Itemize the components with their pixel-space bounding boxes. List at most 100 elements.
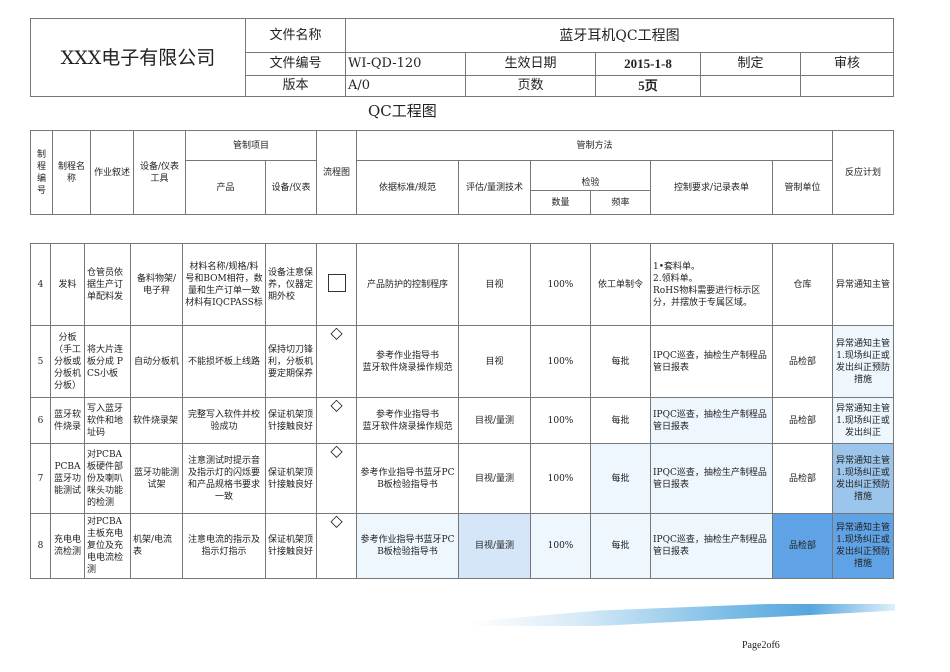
cell-flow: ◇ xyxy=(316,513,357,579)
effective-date: 2015-1-8 xyxy=(624,55,672,71)
pages: 5页 xyxy=(638,77,658,93)
cell-no: 4 xyxy=(30,243,51,326)
cell-record: IPQC巡查，抽检生产制程品管日报表 xyxy=(650,513,773,579)
cell-record: IPQC巡查，抽检生产制程品管日报表 xyxy=(650,443,773,514)
flow-diamond-icon: ◇ xyxy=(330,325,343,342)
effective-label: 生效日期 xyxy=(465,52,596,76)
cell-standard: 产品防护的控制程序 xyxy=(356,243,459,326)
cell-eval: 目视 xyxy=(458,325,531,398)
cell-flow: ◇ xyxy=(316,397,357,444)
table-row: 8 充电电流检测 对PCBA主板充电复位及充电电流检测 机架/电流表 注意电流的指示及指… xyxy=(30,513,894,579)
cell-eval: 目视/量测 xyxy=(458,397,531,444)
document-header-table: XXX电子有限公司 文件名称 蓝牙耳机QC工程图 文件编号 WI-QD-120 生效日期… xyxy=(30,18,895,97)
table-row: 5 分板（手工分板或分板机分板） 将大片连板分成 PCS小板 自动分板机 不能损坏板上线… xyxy=(30,325,894,398)
col-qty: 数量 xyxy=(530,190,592,215)
cell-standard: 参考作业指导书 蓝牙软件烧录操作规范 xyxy=(356,397,459,444)
col-control-method: 管制方法 xyxy=(356,130,834,161)
cell-qty: 100% xyxy=(530,325,591,398)
file-no-label: 文件编号 xyxy=(245,52,346,76)
flow-diamond-icon: ◇ xyxy=(330,443,343,460)
cell-equip2: 保证机架顶针接触良好 xyxy=(265,397,317,444)
file-no: WI-QD-120 xyxy=(345,52,466,76)
cell-no: 6 xyxy=(30,397,51,444)
cell-unit: 仓库 xyxy=(772,243,833,326)
cell-name: 发料 xyxy=(50,243,85,326)
cell-qty: 100% xyxy=(530,443,591,514)
cell-freq: 每批 xyxy=(590,325,651,398)
cell-name: PCBA蓝牙功能测试 xyxy=(50,443,85,514)
table-row: 6 蓝牙软件烧录 写入蓝牙软件和地址码 软件烧录架 完整写入软件并校验成功 保证机架顶针接… xyxy=(30,397,894,444)
cell-no: 8 xyxy=(30,513,51,579)
cell-unit: 品检部 xyxy=(772,443,833,514)
col-equip2: 设备/仪表 xyxy=(264,160,318,215)
cell-no: 5 xyxy=(30,325,51,398)
cell-freq: 每批 xyxy=(590,443,651,514)
cell-record: 1•套料单。 2.领料单。 RoHS物料需要进行标示区分，并摆放于专属区域。 xyxy=(650,243,773,326)
cell-qty: 100% xyxy=(530,397,591,444)
cell-eval: 目视/量测 xyxy=(458,513,531,579)
cell-desc: 仓管员依据生产订单配料发 xyxy=(84,243,131,326)
flow-diamond-icon: ◇ xyxy=(330,513,343,530)
cell-record: IPQC巡查，抽检生产制程品管日报表 xyxy=(650,325,773,398)
col-reaction: 反应计划 xyxy=(832,130,895,215)
cell-record: IPQC巡查，抽检生产制程品管日报表 xyxy=(650,397,773,444)
cell-standard: 参考作业指导书 蓝牙软件烧录操作规范 xyxy=(356,325,459,398)
cell-eval: 目视 xyxy=(458,243,531,326)
cell-product: 不能损坏板上线路 xyxy=(182,325,266,398)
cell-equip: 软件烧录架 xyxy=(130,397,183,444)
column-header-table: 制程编号 制程名称 作业叙述 设备/仪表 工具 管制项目 流程图 管制方法 反应计划 产品 设备… xyxy=(30,130,895,215)
page-number: Page2of6 xyxy=(742,640,780,651)
pages-label: 页数 xyxy=(465,75,596,97)
cell-name: 蓝牙软件烧录 xyxy=(50,397,85,444)
col-product: 产品 xyxy=(185,160,266,215)
decorative-wave xyxy=(470,604,895,626)
cell-reaction: 异常通知主管 1.现场纠正或发出纠正预防措施 xyxy=(832,513,894,579)
cell-qty: 100% xyxy=(530,513,591,579)
cell-name: 充电电流检测 xyxy=(50,513,85,579)
cell-name: 分板（手工分板或分板机分板） xyxy=(50,325,85,398)
col-desc: 作业叙述 xyxy=(90,130,134,215)
process-table: 4 发料 仓管员依据生产订单配料发 备料物架/电子秤 材料名称/规格/料号和BOM相符，… xyxy=(30,243,894,579)
cell-reaction: 异常通知主管 1.现场纠正或发出纠正预防措施 xyxy=(832,443,894,514)
cell-freq: 依工单制令 xyxy=(590,243,651,326)
version: A/0 xyxy=(345,75,466,97)
cell-reaction: 异常通知主管 1.现场纠正或发出纠正 xyxy=(832,397,894,444)
cell-reaction: 异常通知主管 1.现场纠正或发出纠正预防措施 xyxy=(832,325,894,398)
cell-unit: 品检部 xyxy=(772,397,833,444)
cell-equip: 备料物架/电子秤 xyxy=(130,243,183,326)
file-name: 蓝牙耳机QC工程图 xyxy=(344,18,895,53)
cell-no: 7 xyxy=(30,443,51,514)
table-row: 7 PCBA蓝牙功能测试 对PCBA板硬件部份及喇叭咪头功能的检测 蓝牙功能测试架 注意… xyxy=(30,443,894,514)
cell-desc: 对PCBA主板充电复位及充电电流检测 xyxy=(84,513,131,579)
cell-equip2: 保证机架顶针接触良好 xyxy=(265,513,317,579)
cell-desc: 对PCBA板硬件部份及喇叭咪头功能的检测 xyxy=(84,443,131,514)
cell-equip: 自动分板机 xyxy=(130,325,183,398)
cell-equip2: 设备注意保养，仪器定期外校 xyxy=(265,243,317,326)
cell-equip2: 保证机架顶针接触良好 xyxy=(265,443,317,514)
company-name: XXX电子有限公司 xyxy=(30,18,246,97)
cell-unit: 品检部 xyxy=(772,513,833,579)
cell-qty: 100% xyxy=(530,243,591,326)
doc-title: QC工程图 xyxy=(368,102,437,120)
col-freq: 频率 xyxy=(590,190,652,215)
col-name: 制程名称 xyxy=(52,130,91,215)
cell-reaction: 异常通知主管 xyxy=(832,243,894,326)
col-unit: 管制单位 xyxy=(772,160,834,215)
cell-standard: 参考作业指导书蓝牙PCB板检验指导书 xyxy=(356,513,459,579)
version-label: 版本 xyxy=(245,75,346,97)
cell-equip2: 保持切刀锋利，分板机要定期保养 xyxy=(265,325,317,398)
col-record: 控制要求/记录表单 xyxy=(650,160,774,215)
cell-freq: 每批 xyxy=(590,513,651,579)
col-standard: 依据标准/规范 xyxy=(356,160,460,215)
cell-unit: 品检部 xyxy=(772,325,833,398)
col-control-items: 管制项目 xyxy=(184,130,318,161)
cell-freq: 每批 xyxy=(590,397,651,444)
cell-product: 材料名称/规格/料号和BOM相符，数量和生产订单一致材料有IQCPASS标 xyxy=(182,243,266,326)
col-inspect: 检验 xyxy=(530,160,652,191)
table-row: 4 发料 仓管员依据生产订单配料发 备料物架/电子秤 材料名称/规格/料号和BOM相符，… xyxy=(30,243,894,326)
cell-desc: 将大片连板分成 PCS小板 xyxy=(84,325,131,398)
cell-desc: 写入蓝牙软件和地址码 xyxy=(84,397,131,444)
cell-product: 注意测试时提示音及指示灯的闪烁要和产品规格书要求一致 xyxy=(182,443,266,514)
made-label: 制定 xyxy=(700,52,801,76)
cell-flow: ◇ xyxy=(316,443,357,514)
